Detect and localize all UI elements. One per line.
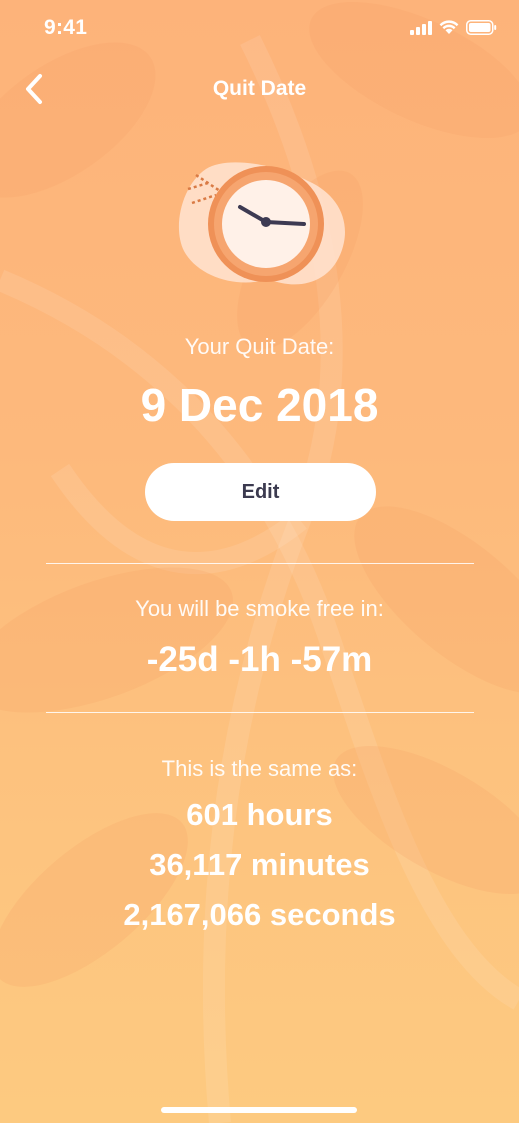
signal-icon xyxy=(410,20,432,35)
quit-date-label: Your Quit Date: xyxy=(184,334,335,359)
equivalent-hours: 601 hours xyxy=(186,797,333,832)
smoke-free-label: You will be smoke free in: xyxy=(135,596,384,621)
clock-icon xyxy=(178,162,345,285)
equivalents-label: This is the same as: xyxy=(161,756,358,781)
edit-button[interactable]: Edit xyxy=(145,463,376,521)
wifi-icon xyxy=(439,20,459,34)
nav-title: Quit Date xyxy=(212,77,307,100)
divider xyxy=(46,712,474,713)
equivalents-list: 601 hours 36,117 minutes 2,167,066 secon… xyxy=(0,794,519,944)
battery-icon xyxy=(466,20,497,35)
equivalent-seconds: 2,167,066 seconds xyxy=(123,897,396,932)
status-bar: 9:41 xyxy=(0,0,519,58)
home-indicator[interactable] xyxy=(161,1107,357,1113)
quit-date-screen: 9:41 Quit Date Your Quit Date: 9 Dec 201… xyxy=(0,0,519,1123)
smoke-free-countdown: -25d -1h -57m xyxy=(146,640,373,679)
equivalent-minutes: 36,117 minutes xyxy=(149,847,370,882)
status-time: 9:41 xyxy=(44,16,88,39)
status-icons xyxy=(410,20,497,35)
divider xyxy=(46,563,474,564)
quit-date-value: 9 Dec 2018 xyxy=(140,379,379,431)
